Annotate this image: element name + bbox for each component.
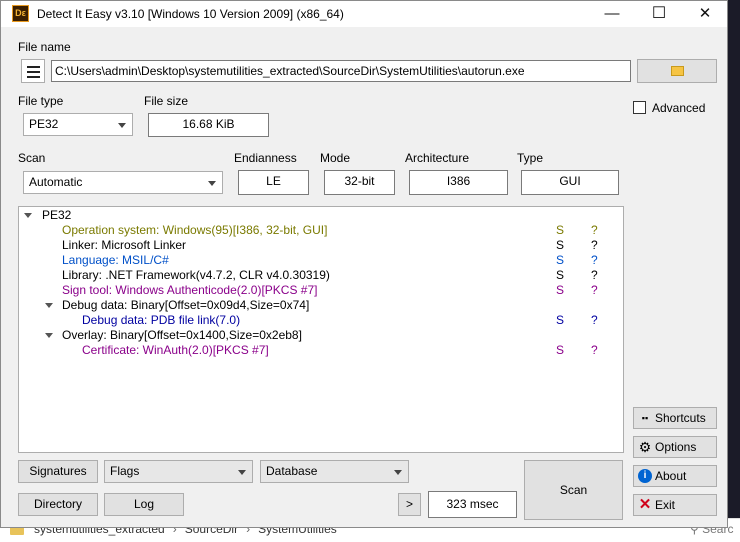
row-text: Debug data: Binary[Offset=0x09d4,Size=0x… xyxy=(62,298,310,312)
signature-button[interactable]: S xyxy=(556,343,564,358)
expand-triangle-icon[interactable] xyxy=(45,333,53,338)
chevron-down-icon xyxy=(208,181,216,186)
tree-row-certificate[interactable]: Certificate: WinAuth(2.0)[PKCS #7] S ? xyxy=(19,343,619,358)
row-text: Certificate: WinAuth(2.0)[PKCS #7] xyxy=(82,343,269,357)
mode-field: 32-bit xyxy=(324,170,395,195)
advanced-label: Advanced xyxy=(652,101,706,115)
architecture-label: Architecture xyxy=(405,151,470,165)
scan-button[interactable]: Scan xyxy=(524,460,623,520)
info-button[interactable]: ? xyxy=(591,253,598,268)
mode-label: Mode xyxy=(320,151,351,165)
close-icon: ✕ xyxy=(638,496,652,513)
open-file-button[interactable] xyxy=(637,59,717,83)
tree-row-language[interactable]: Language: MSIL/C# S ? xyxy=(19,253,619,268)
tree-row-debug-data[interactable]: Debug data: Binary[Offset=0x09d4,Size=0x… xyxy=(19,298,619,313)
signatures-button[interactable]: Signatures xyxy=(18,460,98,483)
scan-label: Scan xyxy=(18,151,46,165)
tree-row-overlay[interactable]: Overlay: Binary[Offset=0x1400,Size=0x2eb… xyxy=(19,328,619,343)
type-label: Type xyxy=(517,151,544,165)
signature-button[interactable]: S xyxy=(556,238,564,253)
scan-mode-select[interactable]: Automatic xyxy=(23,171,223,194)
file-size-label: File size xyxy=(144,94,189,108)
next-button[interactable]: > xyxy=(398,493,421,516)
chevron-down-icon xyxy=(118,123,126,128)
menu-icon-bar xyxy=(27,66,40,68)
keyboard-icon: ▪▪ xyxy=(641,413,649,423)
file-type-value: PE32 xyxy=(29,117,59,131)
signature-button[interactable]: S xyxy=(556,268,564,283)
signature-button[interactable]: S xyxy=(556,223,564,238)
architecture-field: I386 xyxy=(409,170,508,195)
advanced-checkbox[interactable] xyxy=(633,101,646,114)
chevron-down-icon xyxy=(238,470,246,475)
minimize-button[interactable]: — xyxy=(589,1,635,27)
tree-row-library[interactable]: Library: .NET Framework(v4.7.2, CLR v4.0… xyxy=(19,268,619,283)
info-button[interactable]: ? xyxy=(591,283,598,298)
info-button[interactable]: ? xyxy=(591,343,598,358)
die-window: Dε Detect It Easy v3.10 [Windows 10 Vers… xyxy=(0,0,728,528)
row-text: Overlay: Binary[Offset=0x1400,Size=0x2eb… xyxy=(62,328,302,342)
app-icon: Dε xyxy=(12,5,29,22)
row-text: Sign tool: Windows Authenticode(2.0)[PKC… xyxy=(62,283,318,297)
folder-open-icon xyxy=(671,66,684,76)
tree-row-os[interactable]: Operation system: Windows(95)[I386, 32-b… xyxy=(19,223,619,238)
tree-row-pdb[interactable]: Debug data: PDB file link(7.0) S ? xyxy=(19,313,619,328)
exit-label: Exit xyxy=(655,498,676,512)
info-button[interactable]: ? xyxy=(591,238,598,253)
tree-row-linker[interactable]: Linker: Microsoft Linker S ? xyxy=(19,238,619,253)
info-button[interactable]: ? xyxy=(591,268,598,283)
window-title: Detect It Easy v3.10 [Windows 10 Version… xyxy=(37,7,344,21)
scan-time-field: 323 msec xyxy=(428,491,517,518)
signature-button[interactable]: S xyxy=(556,313,564,328)
database-select[interactable]: Database xyxy=(260,460,409,483)
file-size-field: 16.68 KiB xyxy=(148,113,269,137)
type-field: GUI xyxy=(521,170,619,195)
options-button[interactable]: ⚙ Options xyxy=(633,436,717,458)
row-text: Language: MSIL/C# xyxy=(62,253,169,267)
file-type-label: File type xyxy=(18,94,64,108)
file-menu-button[interactable] xyxy=(21,59,45,83)
shortcuts-label: Shortcuts xyxy=(655,411,706,425)
root-label: PE32 xyxy=(42,208,72,222)
menu-icon-bar xyxy=(27,76,40,78)
file-type-select[interactable]: PE32 xyxy=(23,113,133,136)
menu-icon-bar xyxy=(27,71,40,73)
maximize-button[interactable]: ☐ xyxy=(636,1,682,27)
info-button[interactable]: ? xyxy=(591,313,598,328)
endianness-label: Endianness xyxy=(234,151,297,165)
signature-button[interactable]: S xyxy=(556,283,564,298)
exit-button[interactable]: ✕ Exit xyxy=(633,494,717,516)
results-tree[interactable]: PE32 Operation system: Windows(95)[I386,… xyxy=(18,206,624,453)
flags-value: Flags xyxy=(110,464,140,478)
directory-button[interactable]: Directory xyxy=(18,493,98,516)
file-path-input[interactable]: C:\Users\admin\Desktop\systemutilities_e… xyxy=(51,60,631,82)
about-button[interactable]: i About xyxy=(633,465,717,487)
title-bar: Dε Detect It Easy v3.10 [Windows 10 Vers… xyxy=(1,1,727,27)
options-label: Options xyxy=(655,440,697,454)
file-name-label: File name xyxy=(18,40,71,54)
chevron-down-icon xyxy=(394,470,402,475)
about-label: About xyxy=(655,469,687,483)
scan-mode-value: Automatic xyxy=(29,175,83,189)
expand-triangle-icon[interactable] xyxy=(24,213,32,218)
gear-icon: ⚙ xyxy=(638,439,652,455)
close-button[interactable]: ✕ xyxy=(682,1,728,27)
expand-triangle-icon[interactable] xyxy=(45,303,53,308)
log-button[interactable]: Log xyxy=(104,493,184,516)
row-text: Linker: Microsoft Linker xyxy=(62,238,187,252)
endianness-field: LE xyxy=(238,170,309,195)
flags-select[interactable]: Flags xyxy=(104,460,253,483)
info-button[interactable]: ? xyxy=(591,223,598,238)
info-icon: i xyxy=(638,469,652,483)
row-text: Operation system: Windows(95)[I386, 32-b… xyxy=(62,223,328,237)
tree-root[interactable]: PE32 xyxy=(19,208,619,223)
database-value: Database xyxy=(266,464,318,478)
signature-button[interactable]: S xyxy=(556,253,564,268)
row-text: Library: .NET Framework(v4.7.2, CLR v4.0… xyxy=(62,268,330,282)
shortcuts-button[interactable]: ▪▪ Shortcuts xyxy=(633,407,717,429)
row-text: Debug data: PDB file link(7.0) xyxy=(82,313,241,327)
tree-row-sign-tool[interactable]: Sign tool: Windows Authenticode(2.0)[PKC… xyxy=(19,283,619,298)
